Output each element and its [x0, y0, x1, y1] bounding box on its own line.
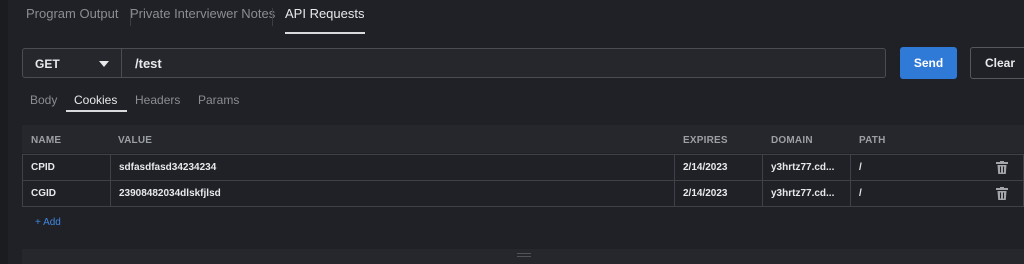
- trash-icon[interactable]: [996, 161, 1008, 174]
- cookie-name[interactable]: CPID: [23, 155, 110, 180]
- tab-program-output[interactable]: Program Output: [26, 6, 119, 28]
- column-header-path: PATH: [859, 135, 886, 146]
- chevron-down-icon: [99, 61, 109, 67]
- cookie-value[interactable]: sdfasdfasd34234234: [110, 155, 674, 180]
- cookie-value[interactable]: 23908482034dlskfjlsd: [110, 181, 674, 206]
- subtab-params[interactable]: Params: [198, 93, 239, 107]
- api-requests-panel: Program Output Private Interviewer Notes…: [0, 0, 1024, 264]
- table-row: CGID 23908482034dlskfjlsd 2/14/2023 y3hr…: [22, 180, 1024, 207]
- cookies-table: NAME VALUE EXPIRES DOMAIN PATH CPID sdfa…: [22, 125, 1024, 207]
- cookie-path[interactable]: /: [850, 155, 966, 180]
- table-header: NAME VALUE EXPIRES DOMAIN PATH: [22, 125, 1024, 153]
- trash-icon[interactable]: [996, 187, 1008, 200]
- tab-private-interviewer-notes[interactable]: Private Interviewer Notes: [130, 6, 275, 28]
- cookie-domain[interactable]: y3hrtz77.cd...: [762, 181, 850, 206]
- method-value: GET: [35, 57, 60, 71]
- subtab-cookies[interactable]: Cookies: [74, 93, 117, 107]
- left-edge: [0, 0, 8, 264]
- cookie-expires[interactable]: 2/14/2023: [674, 155, 762, 180]
- method-select[interactable]: GET: [22, 48, 122, 78]
- subtab-body[interactable]: Body: [30, 93, 57, 107]
- tab-api-requests[interactable]: API Requests: [285, 6, 365, 34]
- drag-handle-icon[interactable]: [517, 253, 531, 258]
- column-header-expires: EXPIRES: [683, 135, 728, 146]
- send-button[interactable]: Send: [900, 47, 957, 79]
- active-subtab-indicator: [66, 110, 127, 112]
- clear-button[interactable]: Clear: [970, 47, 1024, 79]
- subtab-headers[interactable]: Headers: [135, 93, 180, 107]
- cookie-path[interactable]: /: [850, 181, 966, 206]
- cookie-name[interactable]: CGID: [23, 181, 110, 206]
- cookie-expires[interactable]: 2/14/2023: [674, 181, 762, 206]
- cookie-domain[interactable]: y3hrtz77.cd...: [762, 155, 850, 180]
- column-header-value: VALUE: [118, 135, 153, 146]
- url-input[interactable]: [122, 48, 886, 78]
- column-header-domain: DOMAIN: [771, 135, 813, 146]
- add-cookie-button[interactable]: + Add: [35, 217, 61, 228]
- column-header-name: NAME: [31, 135, 62, 146]
- tab-separator: [272, 8, 273, 26]
- table-row: CPID sdfasdfasd34234234 2/14/2023 y3hrtz…: [22, 154, 1024, 181]
